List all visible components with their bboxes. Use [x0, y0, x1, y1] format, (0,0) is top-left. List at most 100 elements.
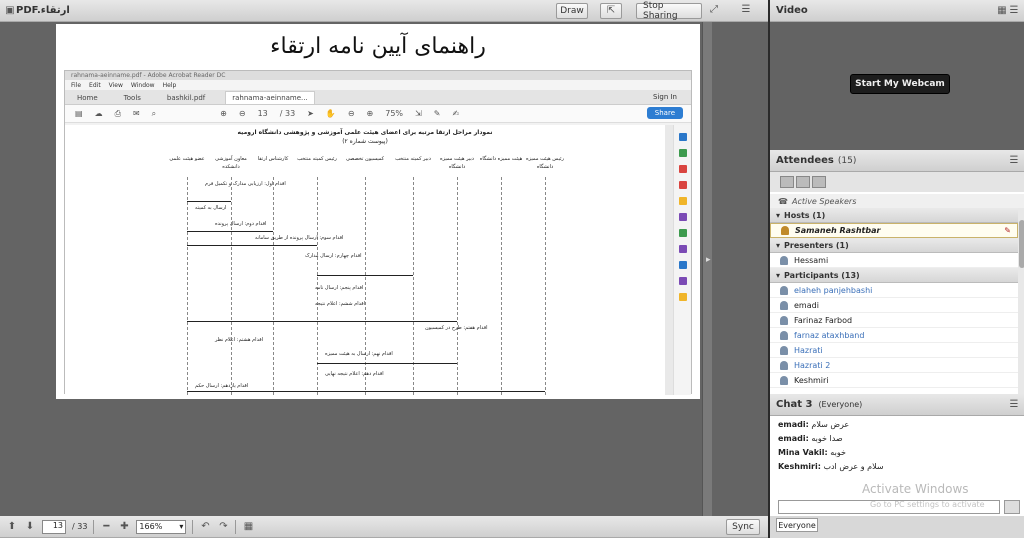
- chat-text: سلام و عرض ادب: [823, 462, 884, 471]
- next-page-icon[interactable]: ⬇: [24, 521, 36, 533]
- attendee-row[interactable]: emadi: [770, 298, 1018, 313]
- attendee-row[interactable]: Samaneh Rashtbar ✎: [770, 223, 1018, 238]
- rotate-left-icon[interactable]: ↶: [199, 521, 211, 533]
- lane-header: رئیس کمیته منتخب: [297, 156, 337, 162]
- flow-step: اقدام پنجم: ارسال نامه: [315, 285, 364, 291]
- pointer-button[interactable]: ⇱: [600, 3, 622, 19]
- draw-button[interactable]: Draw: [556, 3, 588, 19]
- breakout-view-icon[interactable]: [812, 176, 826, 188]
- sign-icon[interactable]: ✍: [452, 109, 459, 118]
- export-pdf-icon[interactable]: [678, 149, 687, 157]
- comment-icon[interactable]: ✎: [434, 109, 441, 118]
- mail-icon[interactable]: ✉: [133, 109, 140, 118]
- fullscreen-icon[interactable]: ⤢: [708, 4, 720, 16]
- fill-sign-icon[interactable]: [678, 245, 687, 253]
- attendee-row[interactable]: Keshmiri: [770, 373, 1018, 388]
- start-webcam-button[interactable]: Start My Webcam: [850, 74, 950, 94]
- send-icon[interactable]: [678, 277, 687, 285]
- menu-help[interactable]: Help: [163, 82, 177, 89]
- chat-tab-everyone[interactable]: Everyone: [776, 518, 818, 532]
- rotate-right-icon[interactable]: ↷: [217, 521, 229, 533]
- chat-title: Chat 3: [776, 399, 813, 410]
- collapse-right-icon[interactable]: ▸: [706, 255, 711, 265]
- pod-menu-icon[interactable]: ☰: [1008, 155, 1020, 167]
- hand-icon[interactable]: ✋: [326, 109, 336, 118]
- organize-icon[interactable]: [678, 229, 687, 237]
- lane-line: [501, 177, 502, 395]
- lane-line: [545, 177, 546, 395]
- edit-pdf-icon[interactable]: [678, 181, 687, 189]
- list-view-icon[interactable]: [780, 176, 794, 188]
- create-pdf-icon[interactable]: [678, 165, 687, 173]
- stop-sharing-button[interactable]: Stop Sharing: [636, 1, 702, 21]
- lane-header: عضو هیئت علمی: [169, 156, 205, 162]
- search-icon[interactable]: ⌕: [152, 109, 156, 119]
- search-tool-icon[interactable]: [678, 133, 687, 141]
- save-icon[interactable]: ▤: [75, 109, 83, 118]
- reader-tools-pane: [673, 125, 691, 395]
- zoom-in-icon[interactable]: ⊕: [367, 109, 374, 118]
- flow-arrow: [317, 275, 413, 276]
- tab-rahnama[interactable]: rahnama-aeinname...: [225, 91, 315, 104]
- menu-edit[interactable]: Edit: [89, 82, 101, 89]
- fit-icon[interactable]: ⇲: [415, 109, 422, 118]
- upload-icon[interactable]: ☁: [95, 109, 103, 118]
- reader-page-current[interactable]: 13: [258, 109, 268, 118]
- reader-share-button[interactable]: Share: [646, 107, 683, 119]
- reader-zoom[interactable]: 75%: [385, 109, 403, 118]
- grid-view-icon[interactable]: [796, 176, 810, 188]
- attendee-name: Hazrati: [794, 345, 823, 355]
- flow-step: اقدام دوم: ارسال پرونده: [215, 221, 267, 227]
- fit-page-icon[interactable]: ▦: [242, 521, 254, 533]
- attendee-row[interactable]: Farinaz Farbod: [770, 313, 1018, 328]
- zoom-select[interactable]: 166% ▾: [136, 519, 187, 534]
- share-vertical-scrollbar[interactable]: [702, 22, 712, 516]
- attendee-row[interactable]: Hazrati 2: [770, 358, 1018, 373]
- attendees-pod-header: Attendees (15) ☰: [770, 150, 1024, 172]
- more-tools-icon[interactable]: [678, 293, 687, 301]
- tab-tools[interactable]: Tools: [118, 92, 147, 104]
- combine-icon[interactable]: [678, 213, 687, 221]
- send-icon[interactable]: [1004, 500, 1020, 514]
- sync-button[interactable]: Sync: [726, 519, 760, 535]
- protect-icon[interactable]: [678, 261, 687, 269]
- video-area: Start My Webcam: [770, 22, 1024, 150]
- menu-window[interactable]: Window: [131, 82, 155, 89]
- tab-bashkil[interactable]: bashkil.pdf: [161, 92, 211, 104]
- tab-home[interactable]: Home: [71, 92, 104, 104]
- attendee-row[interactable]: farnaz ataxhband: [770, 328, 1018, 343]
- participants-group[interactable]: ▾ Participants (13): [770, 268, 1018, 283]
- page-down-icon[interactable]: ⊖: [239, 109, 246, 118]
- attendee-scroll-thumb[interactable]: [1019, 220, 1024, 268]
- pod-menu-icon[interactable]: ☰: [1008, 399, 1020, 411]
- zoom-out-icon[interactable]: ━: [100, 521, 112, 533]
- active-speakers-label: Active Speakers: [791, 196, 857, 206]
- flow-step: اقدام اول: ارزیابی مدارک و تکمیل فرم: [205, 181, 286, 187]
- print-icon[interactable]: ⎙: [115, 109, 121, 119]
- lane-header: هیئت ممیزه دانشگاه: [479, 156, 523, 162]
- pod-menu-icon[interactable]: ☰: [740, 4, 752, 16]
- page-number-input[interactable]: 13: [42, 519, 66, 534]
- attendee-row[interactable]: elaheh panjehbashi: [770, 283, 1018, 298]
- attendee-list[interactable]: ▾ Hosts (1) Samaneh Rashtbar ✎ ▾ Presenters…: [770, 208, 1018, 394]
- menu-file[interactable]: File: [71, 82, 81, 89]
- zoom-out-icon[interactable]: ⊖: [348, 109, 355, 118]
- prev-page-icon[interactable]: ⬆: [6, 521, 18, 533]
- page-total: / 33: [72, 522, 88, 531]
- presenters-group[interactable]: ▾ Presenters (1): [770, 238, 1018, 253]
- attendee-row[interactable]: Hazrati: [770, 343, 1018, 358]
- comment-tool-icon[interactable]: [678, 197, 687, 205]
- pod-menu-icon[interactable]: ☰: [1008, 5, 1020, 17]
- hosts-group[interactable]: ▾ Hosts (1): [770, 208, 1018, 223]
- zoom-in-icon[interactable]: ✚: [118, 521, 130, 533]
- pointer-icon: ⇱: [606, 5, 616, 16]
- document-page: نمودار مراحل ارتقا مرتبه برای اعضای هیئت…: [65, 125, 665, 395]
- attendee-row[interactable]: Hessami: [770, 253, 1018, 268]
- menu-view[interactable]: View: [109, 82, 123, 89]
- attendees-title: Attendees: [776, 155, 834, 166]
- select-icon[interactable]: ➤: [307, 109, 314, 118]
- signin-link[interactable]: Sign In: [653, 93, 677, 101]
- video-layout-icon[interactable]: ▦: [996, 5, 1008, 17]
- page-up-icon[interactable]: ⊕: [220, 109, 227, 118]
- reader-page-total: / 33: [279, 109, 296, 118]
